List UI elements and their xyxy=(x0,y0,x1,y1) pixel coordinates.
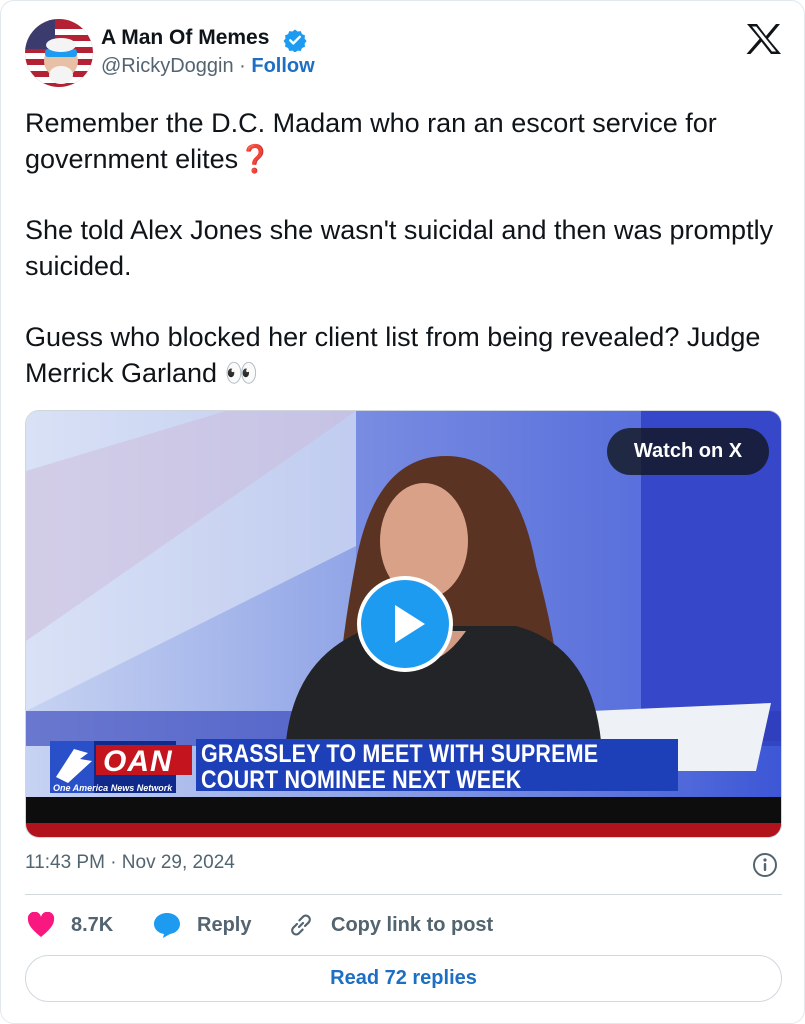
tweet-paragraph: Guess who blocked her client list from b… xyxy=(25,322,761,388)
separator: · xyxy=(239,55,246,77)
copy-link-label: Copy link to post xyxy=(331,913,494,936)
chyron-headline-line1: GRASSLEY TO MEET WITH SUPREME xyxy=(201,740,599,768)
follow-button[interactable]: Follow xyxy=(251,55,314,77)
reply-bubble-icon xyxy=(154,913,180,938)
x-logo-icon[interactable] xyxy=(746,23,782,55)
tweet-paragraph: She told Alex Jones she wasn't suicidal … xyxy=(25,215,774,281)
avatar[interactable] xyxy=(25,19,93,87)
reply-label: Reply xyxy=(197,913,252,936)
read-replies-button[interactable]: Read 72 replies xyxy=(25,955,782,1002)
copy-link-button[interactable]: Copy link to post xyxy=(287,910,493,940)
post-timestamp[interactable]: 11:43 PM · Nov 29, 2024 xyxy=(25,852,235,874)
info-icon[interactable] xyxy=(752,852,778,878)
author-handle[interactable]: @RickyDoggin xyxy=(101,55,234,77)
author-handle-row: @RickyDoggin · Follow xyxy=(101,55,315,78)
heart-icon xyxy=(27,912,55,937)
play-icon xyxy=(395,605,425,643)
link-icon xyxy=(291,914,311,936)
author-display-name[interactable]: A Man Of Memes xyxy=(101,26,269,50)
like-count: 8.7K xyxy=(71,913,114,936)
reply-button[interactable]: Reply xyxy=(153,910,251,940)
like-button[interactable]: 8.7K xyxy=(27,910,113,940)
chyron-headline-line2: COURT NOMINEE NEXT WEEK xyxy=(201,766,522,794)
watch-on-x-button[interactable]: Watch on X xyxy=(607,428,769,475)
tweet-paragraph: Remember the D.C. Madam who ran an escor… xyxy=(25,108,717,174)
divider xyxy=(25,894,782,895)
play-button[interactable] xyxy=(357,576,453,672)
tweet-card: A Man Of Memes @RickyDoggin · Follow Rem… xyxy=(0,0,805,1024)
tweet-text: Remember the D.C. Madam who ran an escor… xyxy=(25,105,785,391)
oan-network-name: One America News Network xyxy=(53,783,173,793)
oan-logo-text: OAN xyxy=(103,745,173,778)
verified-badge-icon xyxy=(283,28,307,53)
